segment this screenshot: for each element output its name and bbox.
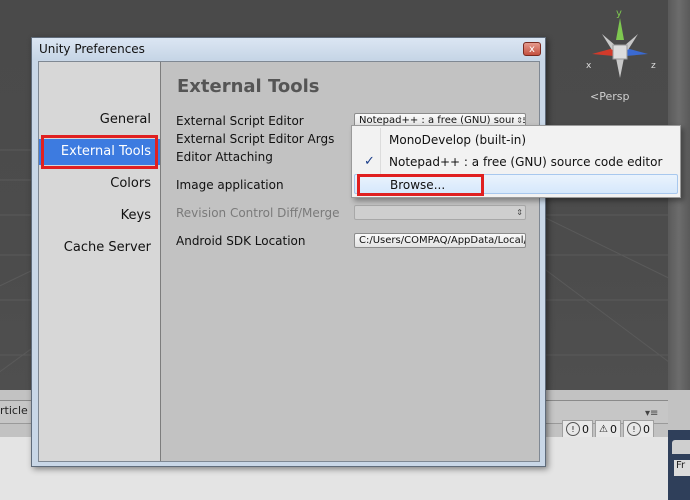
preferences-sidebar: General External Tools Colors Keys Cache…	[39, 62, 161, 461]
menu-item-label: Browse...	[390, 178, 446, 192]
axis-y-label: y	[616, 10, 622, 19]
window-title: Unity Preferences	[39, 42, 145, 56]
menu-item-label: MonoDevelop (built-in)	[389, 133, 527, 147]
android-sdk-location-label: Android SDK Location	[176, 234, 306, 248]
sidebar-item-general[interactable]: General	[39, 107, 160, 133]
dropdown-arrow-icon: ⇕	[514, 206, 523, 219]
menu-item-browse[interactable]: Browse...	[354, 174, 678, 194]
preferences-window: Unity Preferences x General External Too…	[31, 37, 546, 467]
sidebar-item-external-tools[interactable]: External Tools	[39, 139, 160, 165]
script-editor-menu: MonoDevelop (built-in) ✓ Notepad++ : a f…	[351, 125, 681, 198]
error-count-toggle[interactable]: ! 0	[622, 420, 654, 438]
section-title: External Tools	[177, 76, 320, 97]
sidebar-item-colors[interactable]: Colors	[39, 171, 160, 197]
menu-item-monodevelop[interactable]: MonoDevelop (built-in)	[354, 130, 678, 150]
inspector-panel-edge: Fr	[668, 430, 690, 500]
sidebar-item-keys[interactable]: Keys	[39, 203, 160, 229]
axis-z-label: z	[651, 61, 656, 71]
menu-item-label: Notepad++ : a free (GNU) source code edi…	[389, 155, 663, 169]
sidebar-item-cache-server[interactable]: Cache Server	[39, 235, 160, 261]
editor-attaching-label: Editor Attaching	[176, 150, 273, 164]
inspector-tab[interactable]	[672, 440, 690, 454]
console-counts: ! 0 ⚠ 0 ! 0	[562, 420, 654, 438]
error-icon: !	[626, 422, 641, 436]
console-tab[interactable]: rticle	[0, 404, 28, 417]
error-count: 0	[642, 422, 650, 436]
panel-menu-icon[interactable]: ▾≡	[645, 408, 658, 419]
preferences-body: General External Tools Colors Keys Cache…	[38, 61, 540, 462]
warning-icon: ⚠	[599, 423, 608, 435]
inspector-field: Fr	[674, 460, 690, 476]
checkmark-icon: ✓	[364, 154, 375, 169]
title-bar[interactable]: Unity Preferences x	[32, 38, 545, 60]
persp-label[interactable]: <Persp	[590, 90, 629, 103]
axis-x-label: x	[586, 61, 592, 71]
info-count-toggle[interactable]: ! 0	[562, 420, 593, 438]
menu-item-notepadpp[interactable]: ✓ Notepad++ : a free (GNU) source code e…	[354, 152, 678, 172]
warning-count: 0	[609, 422, 617, 436]
close-button[interactable]: x	[523, 42, 541, 56]
revision-control-dropdown: ⇕	[354, 205, 526, 220]
android-sdk-location-field[interactable]: C:/Users/COMPAQ/AppData/Local/Android/sd…	[354, 233, 526, 248]
revision-control-label: Revision Control Diff/Merge	[176, 206, 340, 220]
info-icon: !	[566, 422, 580, 436]
image-application-label: Image application	[176, 178, 284, 192]
warning-count-toggle[interactable]: ⚠ 0	[595, 420, 621, 438]
info-count: 0	[582, 422, 589, 436]
external-tools-pane: External Tools External Script Editor No…	[161, 62, 539, 461]
scene-gizmo[interactable]: y x z	[578, 10, 668, 90]
external-script-editor-args-label: External Script Editor Args	[176, 132, 335, 146]
android-sdk-location-value: C:/Users/COMPAQ/AppData/Local/Android/sd…	[359, 235, 526, 246]
close-icon: x	[529, 44, 535, 55]
external-script-editor-label: External Script Editor	[176, 114, 304, 128]
